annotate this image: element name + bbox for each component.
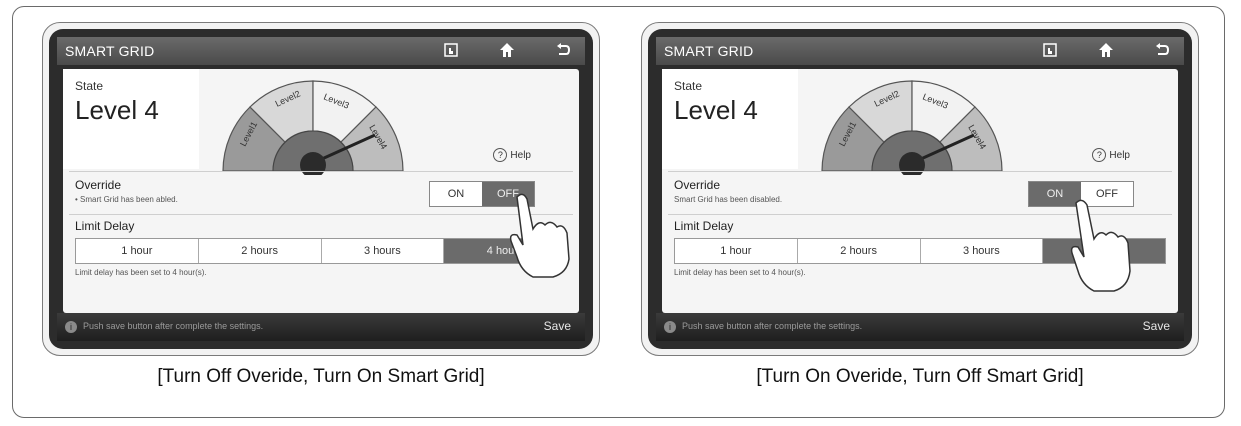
limit-option-2h[interactable]: 2 hours (198, 239, 322, 263)
device-frame-left: SMART GRID State Level 4 Level1 Level2 L… (42, 22, 600, 356)
title-bar: SMART GRID (57, 37, 585, 65)
divider (69, 171, 573, 172)
screen-title: SMART GRID (664, 43, 754, 59)
help-label: Help (1109, 150, 1130, 161)
help-label: Help (510, 150, 531, 161)
limit-option-4h[interactable]: 4 hours (444, 239, 566, 263)
override-off-button[interactable]: OFF (482, 182, 534, 206)
limit-option-1h[interactable]: 1 hour (675, 239, 798, 263)
info-icon: i (65, 321, 77, 333)
override-label: Override (75, 178, 122, 192)
hand-press-icon[interactable] (1040, 41, 1060, 61)
title-bar: SMART GRID (656, 37, 1184, 65)
limit-delay-label: Limit Delay (674, 219, 734, 233)
state-card: State Level 4 (63, 69, 199, 169)
help-icon: ? (1092, 148, 1107, 162)
caption-left: [Turn Off Overide, Turn On Smart Grid] (157, 366, 485, 387)
override-off-button[interactable]: OFF (1081, 182, 1133, 206)
limit-delay-label: Limit Delay (75, 219, 135, 233)
limit-delay-selector: 1 hour 2 hours 3 hours 4 hours (674, 238, 1166, 264)
caption-right: [Turn On Overide, Turn Off Smart Grid] (756, 366, 1084, 387)
footer-bar: i Push save button after complete the se… (57, 313, 585, 341)
back-icon[interactable] (1152, 41, 1172, 61)
override-toggle: ON OFF (1028, 181, 1134, 207)
override-status: Smart Grid has been disabled. (674, 195, 783, 204)
footer-bar: i Push save button after complete the se… (656, 313, 1184, 341)
divider (668, 171, 1172, 172)
limit-delay-status: Limit delay has been set to 4 hour(s). (674, 268, 806, 277)
limit-option-3h[interactable]: 3 hours (321, 239, 445, 263)
save-button[interactable]: Save (544, 319, 571, 333)
limit-option-1h[interactable]: 1 hour (76, 239, 199, 263)
state-label: State (674, 79, 703, 93)
settings-content: State Level 4 Level1 Level2 Level3 Level… (63, 69, 579, 313)
control-panel-screen: SMART GRID State Level 4 Level1 Level2 L… (49, 29, 593, 349)
override-on-button[interactable]: ON (430, 182, 482, 206)
limit-delay-selector: 1 hour 2 hours 3 hours 4 hours (75, 238, 567, 264)
control-panel-screen: SMART GRID State Level 4 Level1 Level2 L… (648, 29, 1192, 349)
state-card: State Level 4 (662, 69, 798, 169)
override-toggle: ON OFF (429, 181, 535, 207)
divider (69, 214, 573, 215)
footer-message: Push save button after complete the sett… (682, 321, 863, 331)
level-gauge: Level1 Level2 Level3 Level4 (222, 80, 404, 175)
help-button[interactable]: ? Help (1092, 148, 1130, 162)
level-gauge: Level1 Level2 Level3 Level4 (821, 80, 1003, 175)
state-label: State (75, 79, 104, 93)
limit-option-3h[interactable]: 3 hours (920, 239, 1044, 263)
limit-option-2h[interactable]: 2 hours (797, 239, 921, 263)
help-button[interactable]: ? Help (493, 148, 531, 162)
save-button[interactable]: Save (1143, 319, 1170, 333)
state-value: Level 4 (674, 95, 758, 125)
limit-option-4h[interactable]: 4 hours (1043, 239, 1165, 263)
footer-message: Push save button after complete the sett… (83, 321, 264, 331)
state-value: Level 4 (75, 95, 159, 125)
home-icon[interactable] (1096, 41, 1116, 61)
help-icon: ? (493, 148, 508, 162)
hand-press-icon[interactable] (441, 41, 461, 61)
settings-content: State Level 4 Level1 Level2 Level3 Level… (662, 69, 1178, 313)
device-frame-right: SMART GRID State Level 4 Level1 Level2 L… (641, 22, 1199, 356)
limit-delay-status: Limit delay has been set to 4 hour(s). (75, 268, 207, 277)
home-icon[interactable] (497, 41, 517, 61)
screen-title: SMART GRID (65, 43, 155, 59)
override-status: • Smart Grid has been abled. (75, 195, 178, 204)
info-icon: i (664, 321, 676, 333)
override-label: Override (674, 178, 721, 192)
divider (668, 214, 1172, 215)
override-on-button[interactable]: ON (1029, 182, 1081, 206)
back-icon[interactable] (553, 41, 573, 61)
